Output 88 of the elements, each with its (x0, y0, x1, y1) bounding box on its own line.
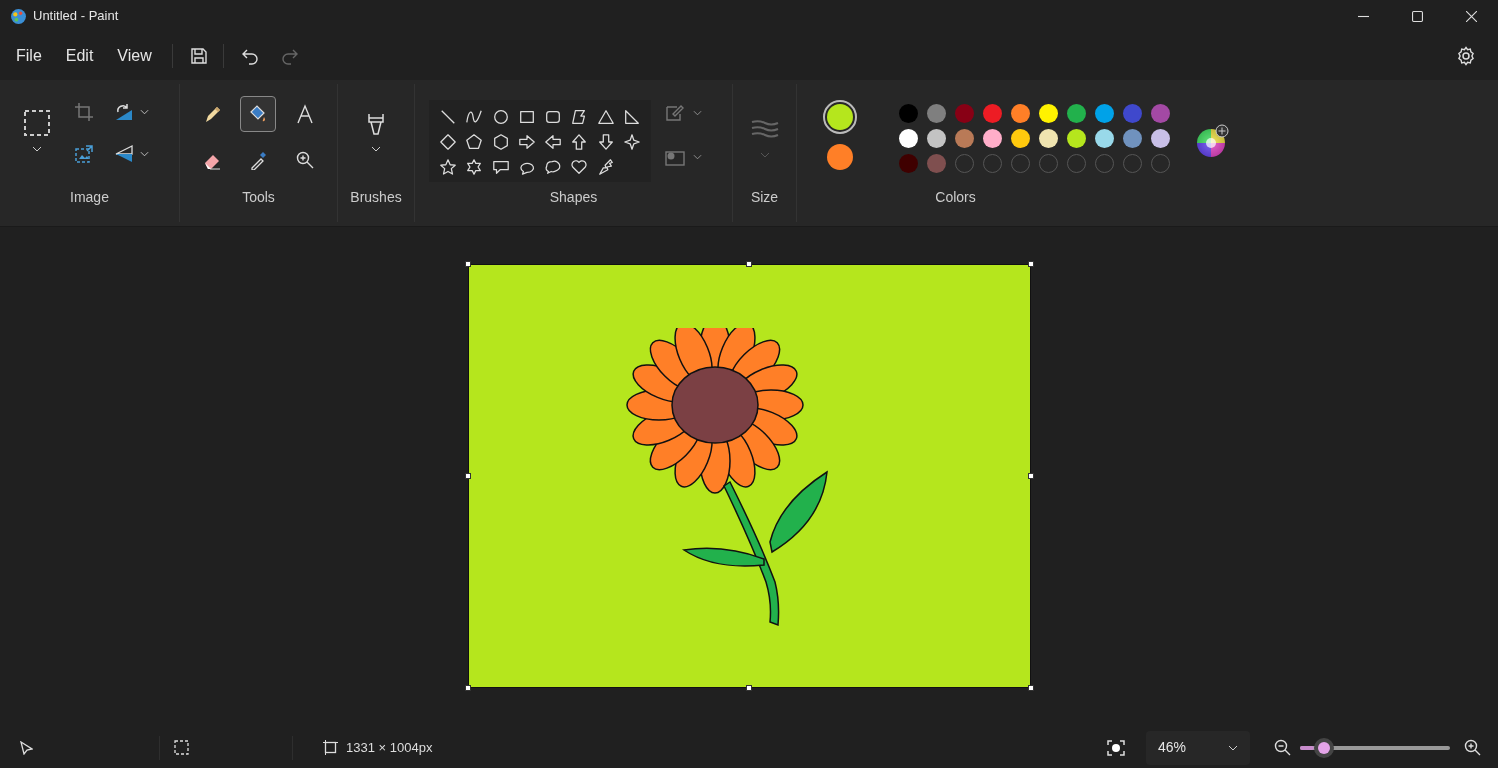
color-swatch[interactable] (899, 104, 918, 123)
color-swatch[interactable] (1011, 129, 1030, 148)
paint-app-icon (10, 7, 27, 25)
triangle-shape-icon[interactable] (596, 107, 615, 126)
down-arrow-shape-icon[interactable] (596, 132, 615, 151)
menu-item[interactable]: File (4, 40, 54, 72)
color-picker-icon (248, 150, 269, 170)
rectangle-select-icon (23, 109, 51, 137)
color-swatch[interactable] (1011, 104, 1030, 123)
color-swatch[interactable] (983, 129, 1002, 148)
group-label: Size (750, 188, 779, 207)
flip-icon[interactable] (114, 144, 134, 164)
color-swatch[interactable] (1067, 129, 1086, 148)
resize-image-icon[interactable] (74, 144, 94, 164)
color-wheel-icon[interactable] (1196, 124, 1230, 158)
resize-handle[interactable] (464, 473, 471, 479)
color-swatch[interactable] (1151, 129, 1170, 148)
text-icon (294, 104, 315, 124)
fit-to-window-icon (1107, 739, 1125, 756)
color-swatch[interactable] (899, 154, 918, 173)
selection-icon (174, 740, 189, 755)
redo-icon (280, 47, 299, 65)
color-swatch[interactable] (1095, 104, 1114, 123)
star-shape-icon[interactable] (439, 157, 457, 176)
resize-handle[interactable] (1027, 685, 1034, 691)
crop-icon[interactable] (74, 102, 94, 122)
color-swatch[interactable] (1039, 129, 1058, 148)
resize-handle[interactable] (464, 685, 471, 691)
group-label: Shapes (549, 188, 598, 207)
outline-icon[interactable] (665, 104, 685, 122)
zoom-slider[interactable] (1300, 737, 1450, 758)
cloud-callout-shape-icon[interactable] (544, 157, 562, 176)
menu-item[interactable]: Edit (53, 40, 106, 72)
close-icon (1465, 10, 1477, 22)
color-swatch[interactable] (927, 154, 946, 173)
color-swatch[interactable] (1039, 104, 1058, 123)
drawing-canvas[interactable] (467, 264, 1031, 688)
save-icon (189, 47, 208, 65)
canvas-size-text: 1331 × 1004px (346, 738, 433, 757)
maximize-icon (1411, 10, 1423, 22)
right-triangle-shape-icon[interactable] (622, 107, 641, 126)
window-title: Untitled - Paint (33, 7, 119, 26)
left-arrow-shape-icon[interactable] (544, 132, 562, 151)
resize-handle[interactable] (1027, 261, 1034, 267)
caret-icon (1228, 744, 1238, 751)
magnifier-icon (294, 150, 315, 170)
group-label: Brushes (350, 188, 402, 207)
zoom-out-icon[interactable] (1274, 738, 1292, 757)
pentagon-shape-icon[interactable] (465, 132, 484, 151)
color-swatch[interactable] (1123, 129, 1142, 148)
right-arrow-shape-icon[interactable] (517, 132, 536, 151)
rotate-icon[interactable] (114, 102, 134, 122)
six-point-star-shape-icon[interactable] (465, 157, 484, 176)
menu-item[interactable]: View (105, 40, 164, 72)
lightning-shape-icon[interactable] (596, 157, 615, 176)
tool-button[interactable] (240, 96, 277, 132)
resize-handle[interactable] (464, 261, 471, 267)
color-swatch[interactable] (927, 104, 946, 123)
zoom-dropdown[interactable]: 46% (1146, 730, 1250, 765)
color-swatch[interactable] (1095, 129, 1114, 148)
color-swatch[interactable] (955, 129, 974, 148)
group-label: Image (70, 188, 109, 207)
group-label: Tools (242, 188, 275, 207)
settings-icon (1456, 46, 1476, 66)
resize-handle[interactable] (746, 685, 752, 691)
fill-icon[interactable] (665, 148, 685, 166)
undo-icon (240, 47, 259, 65)
color-swatch[interactable] (927, 129, 946, 148)
color-swatch[interactable] (955, 104, 974, 123)
up-arrow-shape-icon[interactable] (570, 132, 589, 151)
hexagon-shape-icon[interactable] (491, 132, 510, 151)
canvas-size-icon (323, 740, 338, 755)
line-size-icon[interactable] (750, 120, 779, 138)
resize-handle[interactable] (746, 261, 752, 267)
color-swatch[interactable] (1123, 104, 1142, 123)
color-swatch[interactable] (1067, 104, 1086, 123)
color-swatch[interactable] (1151, 104, 1170, 123)
slider-thumb[interactable] (1313, 737, 1334, 758)
oval-shape-icon[interactable] (491, 107, 510, 126)
group-label: Colors (935, 188, 976, 207)
diamond-shape-icon[interactable] (439, 132, 457, 151)
color-swatch[interactable] (899, 129, 918, 148)
four-point-star-shape-icon[interactable] (622, 132, 641, 151)
color-swatch[interactable] (983, 104, 1002, 123)
heart-shape-icon[interactable] (570, 157, 589, 176)
pointer-icon (20, 740, 33, 755)
zoom-in-icon[interactable] (1464, 738, 1482, 757)
resize-handle[interactable] (1027, 473, 1034, 479)
